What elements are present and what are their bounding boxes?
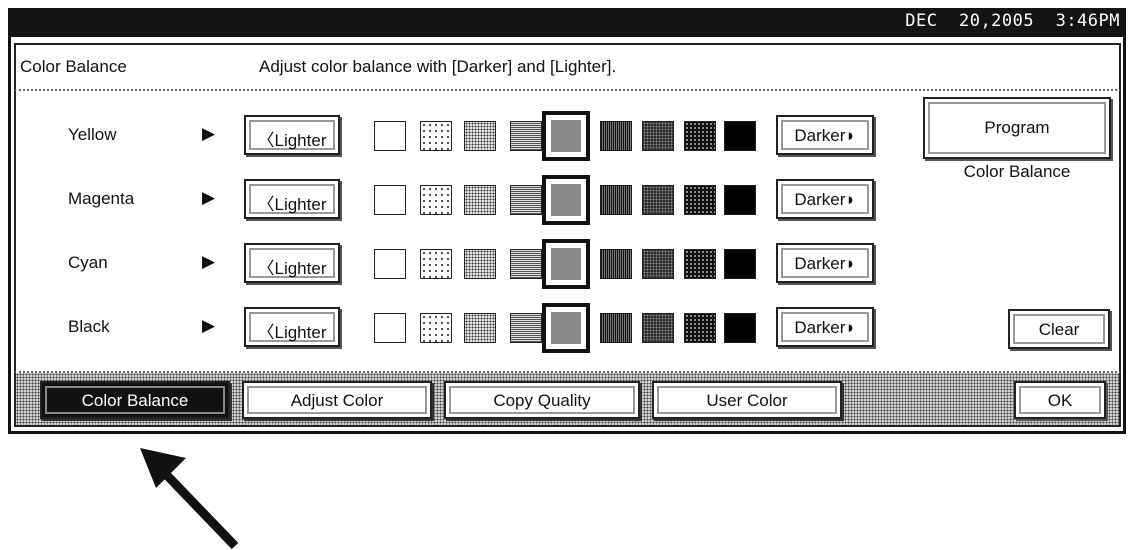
ok-button[interactable]: OK	[1014, 381, 1106, 419]
density-scale[interactable]	[374, 239, 756, 289]
lighter-button[interactable]: 〈Lighter	[244, 115, 340, 155]
density-swatch	[600, 249, 632, 279]
density-swatch	[464, 313, 496, 343]
tab-adjust-color[interactable]: Adjust Color	[242, 381, 432, 419]
color-label: Yellow	[68, 125, 117, 144]
density-swatch	[684, 121, 716, 151]
date-time: DEC 20,2005 3:46PM	[905, 11, 1120, 31]
program-color-balance-button[interactable]: Program Color Balance	[923, 97, 1111, 181]
adjustment-area: Yellow ▶ 〈Lighter Darker◗ Magenta ▶ 〈Lig…	[14, 91, 1121, 373]
density-swatch	[600, 185, 632, 215]
density-scale[interactable]	[374, 111, 756, 161]
darker-button[interactable]: Darker◗	[776, 307, 874, 347]
density-swatch	[684, 185, 716, 215]
tab-user-color[interactable]: User Color	[652, 381, 842, 419]
row-magenta: Magenta ▶ 〈Lighter Darker◗	[16, 175, 1119, 225]
lighter-button[interactable]: 〈Lighter	[244, 307, 340, 347]
density-swatch	[420, 185, 452, 215]
density-swatch	[510, 185, 542, 215]
density-swatch	[684, 249, 716, 279]
density-swatch-selected	[542, 239, 590, 289]
darker-button[interactable]: Darker◗	[776, 115, 874, 155]
arrow-icon: ▶	[202, 316, 216, 335]
density-swatch	[642, 121, 674, 151]
pointer-arrow-icon	[140, 448, 239, 550]
lighter-button[interactable]: 〈Lighter	[244, 243, 340, 283]
tab-color-balance[interactable]: Color Balance	[40, 381, 230, 419]
status-bar: DEC 20,2005 3:46PM	[8, 8, 1126, 34]
darker-button[interactable]: Darker◗	[776, 179, 874, 219]
density-swatch-selected	[542, 111, 590, 161]
density-swatch	[374, 313, 406, 343]
color-label: Cyan	[68, 253, 108, 272]
density-swatch	[420, 249, 452, 279]
density-swatch	[600, 313, 632, 343]
density-swatch-selected	[542, 303, 590, 353]
density-swatch	[464, 185, 496, 215]
arrow-icon: ▶	[202, 252, 216, 271]
tab-bar: Color Balance Adjust Color Copy Quality …	[14, 373, 1121, 427]
density-swatch	[510, 121, 542, 151]
density-swatch	[374, 121, 406, 151]
tab-copy-quality[interactable]: Copy Quality	[444, 381, 640, 419]
color-balance-panel: Color Balance Adjust color balance with …	[8, 34, 1126, 434]
density-swatch	[600, 121, 632, 151]
lighter-button[interactable]: 〈Lighter	[244, 179, 340, 219]
row-cyan: Cyan ▶ 〈Lighter Darker◗	[16, 239, 1119, 289]
page-title: Color Balance	[20, 57, 127, 76]
color-label: Magenta	[68, 189, 135, 208]
density-swatch	[374, 249, 406, 279]
density-scale[interactable]	[374, 175, 756, 225]
density-swatch	[724, 249, 756, 279]
instruction-text: Adjust color balance with [Darker] and […	[259, 57, 617, 76]
density-swatch	[684, 313, 716, 343]
density-swatch	[420, 121, 452, 151]
density-swatch	[464, 121, 496, 151]
density-swatch	[642, 249, 674, 279]
density-swatch	[510, 313, 542, 343]
density-swatch	[642, 313, 674, 343]
density-swatch-selected	[542, 175, 590, 225]
darker-button[interactable]: Darker◗	[776, 243, 874, 283]
density-scale[interactable]	[374, 303, 756, 353]
density-swatch	[642, 185, 674, 215]
density-swatch	[724, 185, 756, 215]
density-swatch	[724, 121, 756, 151]
panel-header: Color Balance Adjust color balance with …	[14, 43, 1121, 91]
color-label: Black	[68, 317, 110, 336]
arrow-icon: ▶	[202, 188, 216, 207]
density-swatch	[420, 313, 452, 343]
clear-button[interactable]: Clear	[1008, 309, 1110, 349]
density-swatch	[724, 313, 756, 343]
density-swatch	[374, 185, 406, 215]
density-swatch	[464, 249, 496, 279]
density-swatch	[510, 249, 542, 279]
arrow-icon: ▶	[202, 124, 216, 143]
row-black: Black ▶ 〈Lighter Darker◗	[16, 303, 1119, 353]
